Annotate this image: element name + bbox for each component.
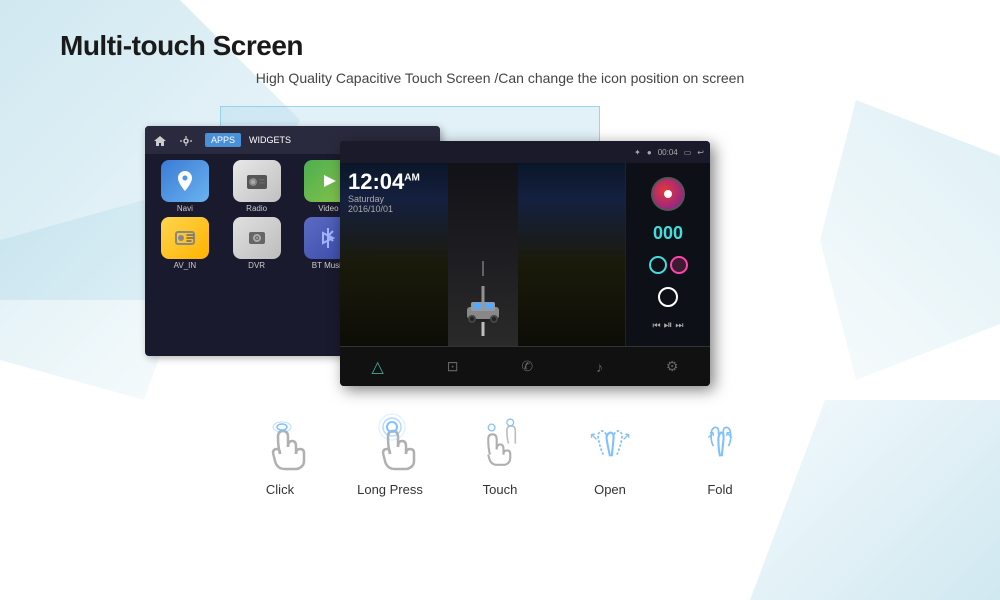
click-label: Click (266, 482, 294, 497)
next-btn[interactable]: ⏭ (675, 320, 683, 331)
app-dvr-label: DVR (248, 261, 265, 270)
app-radio-label: Radio (246, 204, 267, 213)
home-screen: ✦ ● 00:04 ▭ ↩ (340, 141, 710, 386)
music-disc[interactable] (651, 177, 685, 211)
long-press-label: Long Press (357, 482, 423, 497)
back-icon: ↩ (697, 148, 704, 157)
home-icon (153, 134, 167, 146)
nav-settings[interactable]: ⚙ (666, 358, 679, 375)
gesture-click: Click (245, 406, 315, 497)
app-dvr[interactable]: DVR (223, 217, 291, 270)
nav-phone[interactable]: ✆ (521, 358, 533, 375)
screen-tabs: APPS WIDGETS (205, 133, 297, 147)
counter: 000 (653, 223, 683, 244)
gesture-touch: Touch (465, 406, 535, 497)
wifi-icon: ● (647, 148, 652, 157)
bottom-nav: △ ⊡ ✆ ♪ ⚙ (340, 346, 710, 386)
nav-arrow[interactable]: △ (371, 357, 383, 377)
app-navi[interactable]: Navi (151, 160, 219, 213)
screens-area: APPS WIDGETS Navi (60, 106, 940, 396)
page-title: Multi-touch Screen (60, 30, 940, 62)
date-display: 2016/10/01 (348, 204, 420, 214)
battery-icon: ▭ (684, 148, 692, 157)
app-video-label: Video (318, 204, 338, 213)
long-press-gesture-icon (355, 406, 425, 476)
nav-camera[interactable]: ⊡ (447, 358, 459, 375)
open-label: Open (594, 482, 626, 497)
settings-icon (179, 134, 193, 146)
page-subtitle: High Quality Capacitive Touch Screen /Ca… (60, 70, 940, 86)
app-navi-label: Navi (177, 204, 193, 213)
app-radio-icon (233, 160, 281, 202)
fold-label: Fold (707, 482, 732, 497)
open-gesture-icon (575, 406, 645, 476)
app-avin-icon (161, 217, 209, 259)
fold-gesture-icon (685, 406, 755, 476)
main-content: Multi-touch Screen High Quality Capaciti… (0, 0, 1000, 517)
app-avin-label: AV_IN (174, 261, 197, 270)
tab-widgets[interactable]: WIDGETS (243, 133, 297, 147)
touch-gesture-icon (465, 406, 535, 476)
bluetooth-icon: ✦ (634, 148, 641, 157)
page-container: Multi-touch Screen High Quality Capaciti… (0, 0, 1000, 600)
day-display: Saturday (348, 194, 420, 204)
app-radio[interactable]: Radio (223, 160, 291, 213)
app-dvr-icon (233, 217, 281, 259)
nav-music[interactable]: ♪ (596, 359, 603, 375)
app-navi-icon (161, 160, 209, 202)
home-screen-header: ✦ ● 00:04 ▭ ↩ (340, 141, 710, 163)
time-display-small: 00:04 (658, 148, 678, 157)
tab-apps[interactable]: APPS (205, 133, 241, 147)
gesture-fold: Fold (685, 406, 755, 497)
touch-label: Touch (483, 482, 518, 497)
gestures-section: Click Long Press (60, 406, 940, 497)
gesture-long-press: Long Press (355, 406, 425, 497)
gesture-open: Open (575, 406, 645, 497)
app-avin[interactable]: AV_IN (151, 217, 219, 270)
play-btn[interactable]: ⏯ (664, 319, 673, 332)
click-gesture-icon (245, 406, 315, 476)
prev-btn[interactable]: ⏮ (652, 320, 660, 331)
